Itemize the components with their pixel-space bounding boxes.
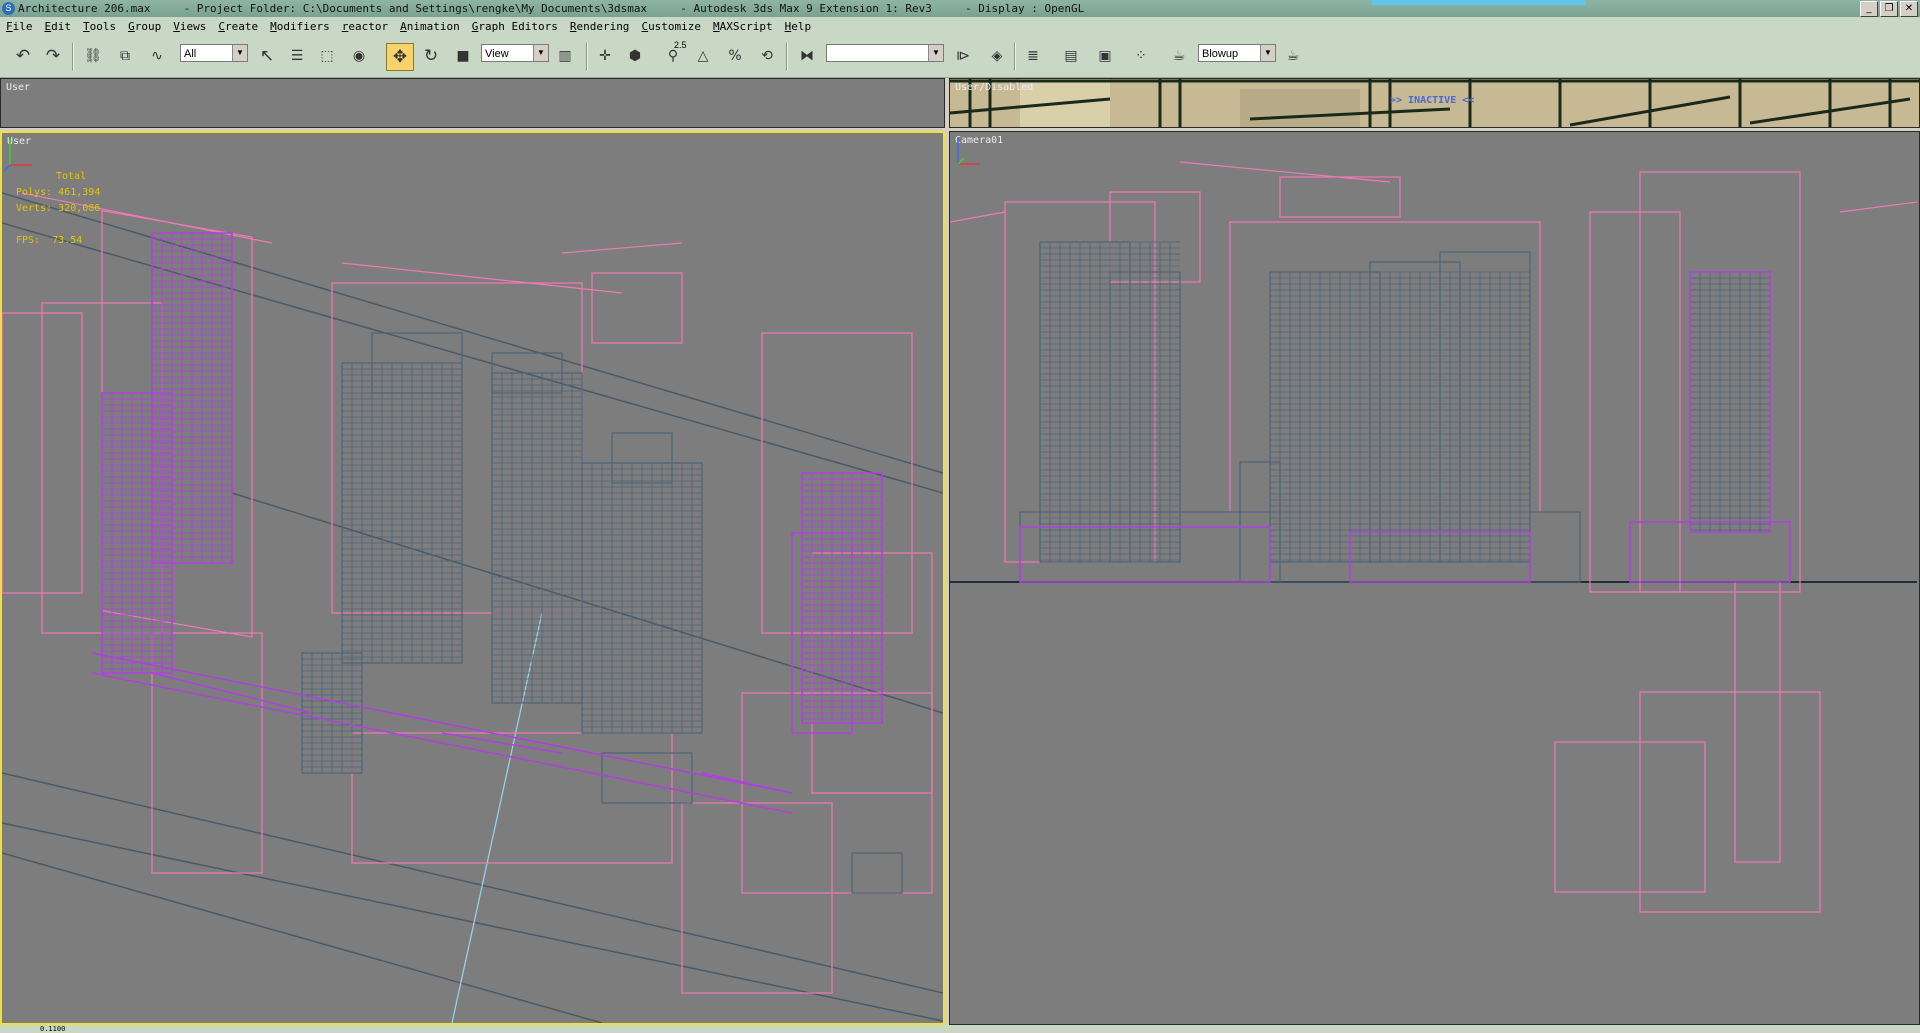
polys-label: Polys:: [16, 187, 53, 198]
unlink-icon[interactable]: ⧉: [112, 43, 138, 69]
select-link-icon[interactable]: ⛓: [80, 43, 106, 69]
manipulate-icon[interactable]: ✛: [592, 43, 618, 69]
pivot-icon[interactable]: ▥: [552, 43, 578, 69]
curve-editor-icon[interactable]: ▤: [1058, 43, 1084, 69]
keyboard-shortcut-icon[interactable]: ⬢: [622, 43, 648, 69]
menu-file[interactable]: File: [0, 17, 39, 37]
window-title: Architecture 206.max - Project Folder: C…: [18, 2, 1085, 15]
scene-statistics: Total Polys: 461,394 Verts: 320,086 FPS:…: [16, 169, 100, 249]
schematic-icon[interactable]: ▣: [1092, 43, 1118, 69]
rect-select-icon[interactable]: ⬚: [314, 43, 340, 69]
reference-coord-dropdown[interactable]: View ▼: [481, 44, 549, 62]
axis-tripod-icon: [957, 138, 980, 165]
material-editor-icon[interactable]: ⁘: [1128, 43, 1154, 69]
polys-value: 461,394: [58, 187, 101, 198]
bind-spacewarp-icon[interactable]: ∿: [144, 43, 170, 69]
axis-tripod-icon: [3, 139, 32, 172]
menu-edit[interactable]: Edit: [39, 17, 78, 37]
selection-filter-value: All: [184, 48, 197, 60]
title-bar: S Architecture 206.max - Project Folder:…: [0, 0, 1920, 17]
verts-label: Verts:: [16, 203, 53, 214]
mirror-icon[interactable]: ⧐: [950, 43, 976, 69]
menu-views[interactable]: Views: [167, 17, 212, 37]
chevron-down-icon: ▼: [1260, 45, 1275, 61]
named-selection-dropdown[interactable]: ▼: [826, 44, 944, 62]
menu-reactor[interactable]: reactor: [336, 17, 394, 37]
menu-modifiers[interactable]: Modifiers: [264, 17, 336, 37]
edit-named-sets-icon[interactable]: ⧓: [794, 43, 820, 69]
viewport-user-active[interactable]: User Total Polys: 461,394 Verts: 320,086…: [0, 131, 945, 1025]
minimize-button[interactable]: _: [1860, 1, 1878, 17]
menu-create[interactable]: Create: [212, 17, 264, 37]
camera-floor-lines: [1039, 241, 1770, 562]
menu-help[interactable]: Help: [779, 17, 818, 37]
status-bar: 0.1100: [0, 1025, 1920, 1033]
3dsmax-app-icon[interactable]: S: [2, 2, 15, 15]
rotate-icon[interactable]: ↻: [418, 43, 444, 69]
spinner-snap-icon[interactable]: ⟲: [754, 43, 780, 69]
percent-snap-icon[interactable]: %: [722, 43, 748, 69]
chevron-down-icon: ▼: [928, 45, 943, 61]
quick-render-icon[interactable]: ☕: [1280, 43, 1306, 69]
window-controls: _ ❐ ✕: [1860, 1, 1918, 17]
polys-row: Polys: 461,394: [16, 185, 100, 201]
viewport-top-right[interactable]: User/Disabled >> INACTIVE <<: [949, 78, 1920, 128]
menu-bar: File Edit Tools Group Views Create Modif…: [0, 17, 1920, 37]
toolbar-separator: [586, 43, 588, 71]
fps-label: FPS:: [16, 235, 41, 246]
viewport-camera01[interactable]: Camera01: [949, 131, 1920, 1025]
scale-icon[interactable]: ■: [450, 43, 476, 69]
verts-value: 320,086: [58, 203, 101, 214]
layer-manager-icon[interactable]: ≣: [1020, 43, 1046, 69]
selection-filter-dropdown[interactable]: All ▼: [180, 44, 248, 62]
chevron-down-icon: ▼: [232, 45, 247, 61]
move-icon[interactable]: ✥: [386, 43, 414, 71]
angle-snap-icon[interactable]: △: [690, 43, 716, 69]
viewport-label[interactable]: User/Disabled: [955, 82, 1033, 93]
toolbar-separator: [786, 43, 788, 71]
menu-animation[interactable]: Animation: [394, 17, 466, 37]
menu-maxscript[interactable]: MAXScript: [707, 17, 779, 37]
fps-value: 73.54: [52, 235, 83, 246]
render-scene-icon[interactable]: ☕: [1166, 43, 1192, 69]
align-icon[interactable]: ◈: [984, 43, 1010, 69]
menu-rendering[interactable]: Rendering: [564, 17, 636, 37]
toolbar-separator: [72, 43, 74, 71]
select-object-icon[interactable]: ↖: [254, 43, 280, 69]
reference-coord-value: View: [485, 48, 509, 60]
wireframe-scene-user: [2, 192, 943, 1023]
title-highlight: [1372, 0, 1586, 5]
select-by-name-icon[interactable]: ☰: [284, 43, 310, 69]
inactive-indicator: >> INACTIVE <<: [1390, 95, 1475, 106]
restore-button[interactable]: ❐: [1880, 1, 1898, 17]
redo-icon[interactable]: ↷: [40, 43, 66, 69]
main-toolbar: ↶ ↷ ⛓ ⧉ ∿ All ▼ ↖ ☰ ⬚ ◉ ✥ ↻ ■ View ▼ ▥ ✛…: [0, 37, 1920, 78]
viewport-label[interactable]: User: [6, 82, 30, 93]
menu-graph-editors[interactable]: Graph Editors: [466, 17, 564, 37]
toolbar-separator: [1014, 43, 1016, 71]
chevron-down-icon: ▼: [533, 45, 548, 61]
close-button[interactable]: ✕: [1900, 1, 1918, 17]
viewport-top-left[interactable]: User: [0, 78, 945, 128]
menu-tools[interactable]: Tools: [77, 17, 122, 37]
render-preset-value: Blowup: [1202, 48, 1239, 60]
snap-value: 2.5: [674, 40, 687, 50]
wireframe-scene-camera: [950, 161, 1917, 913]
render-preset-dropdown[interactable]: Blowup ▼: [1198, 44, 1276, 62]
window-crossing-icon[interactable]: ◉: [346, 43, 372, 69]
menu-group[interactable]: Group: [122, 17, 167, 37]
fps-row: FPS: 73.54: [16, 233, 100, 249]
menu-customize[interactable]: Customize: [635, 17, 707, 37]
verts-row: Verts: 320,086: [16, 201, 100, 217]
undo-icon[interactable]: ↶: [10, 43, 36, 69]
